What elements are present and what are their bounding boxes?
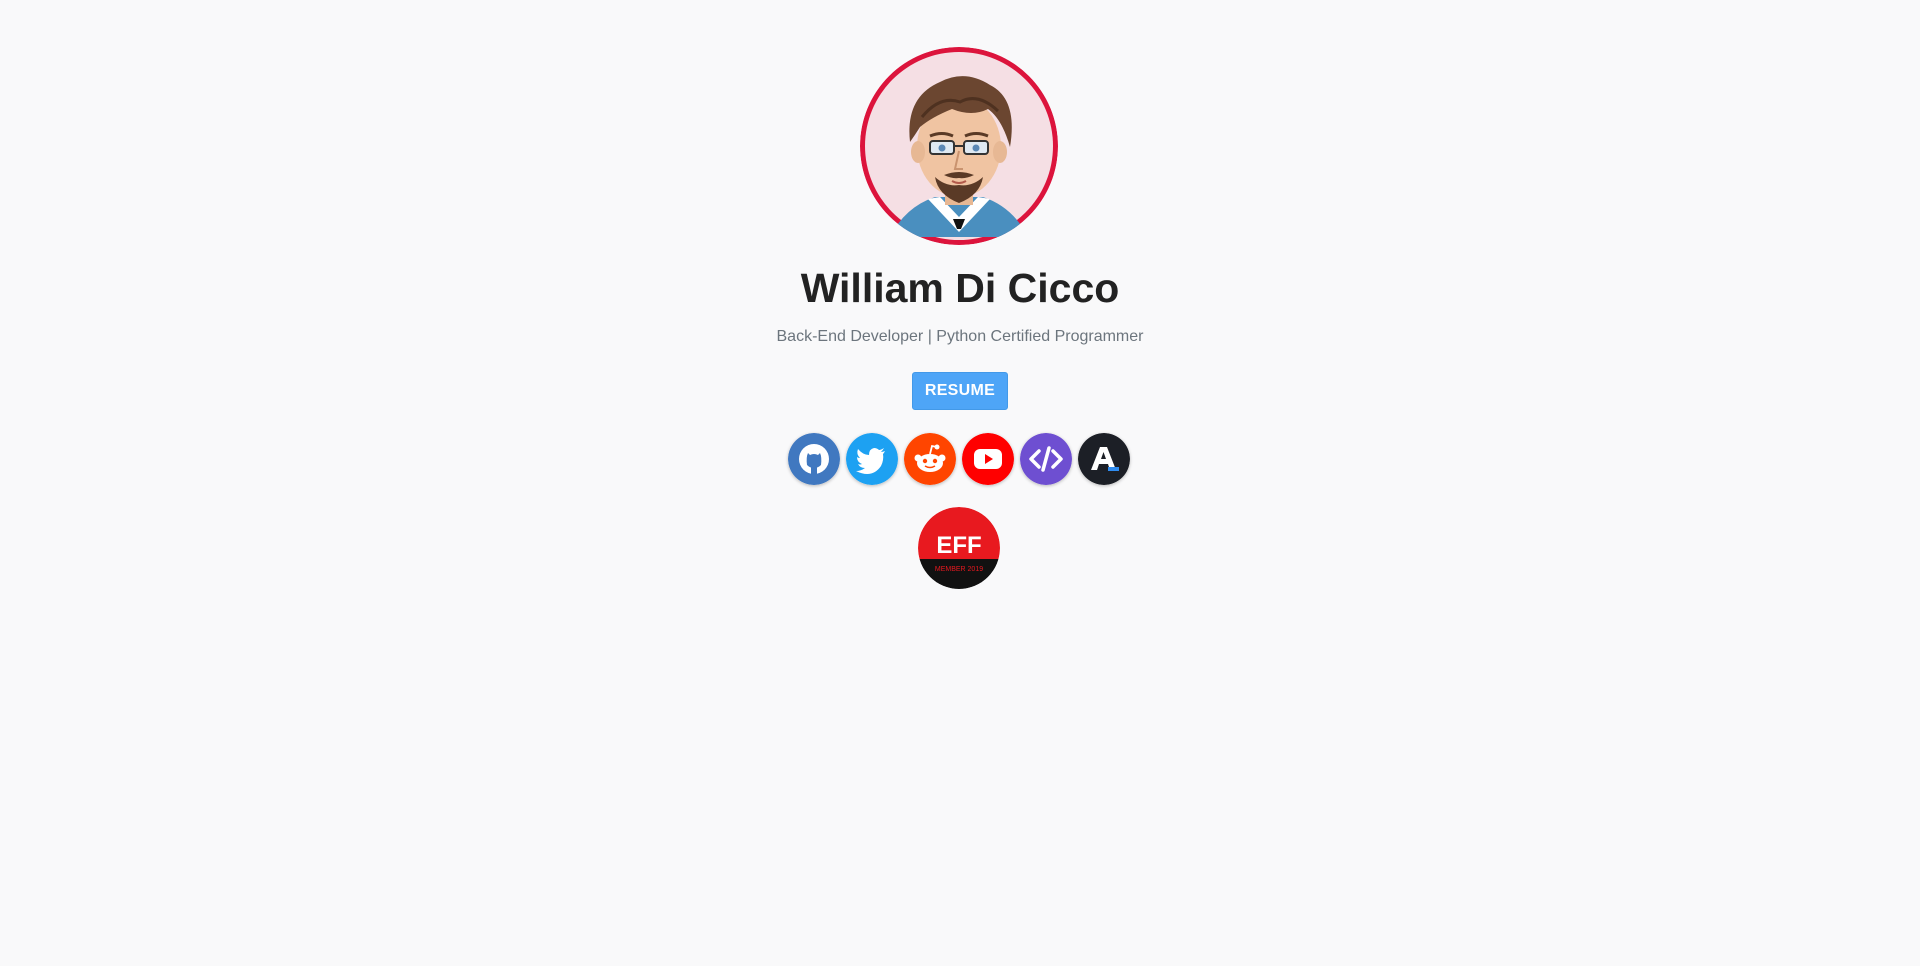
eff-subtitle: MEMBER 2019 [935,566,983,573]
avatar [860,47,1058,245]
reddit-icon [904,433,956,485]
avatar-illustration [860,47,1058,245]
profile-page: William Di Cicco Back-End Developer | Py… [0,0,1920,966]
youtube-link[interactable] [962,433,1014,485]
youtube-icon [962,433,1014,485]
eff-member-badge[interactable]: EFF MEMBER 2019 [918,507,1000,589]
twitter-link[interactable] [846,433,898,485]
a-logo-link[interactable] [1078,433,1130,485]
code-icon [1020,433,1072,485]
eff-title: EFF [936,532,981,559]
a-letter-icon [1078,433,1130,485]
resume-button[interactable]: RESUME [912,372,1008,410]
dev-code-link[interactable] [1020,433,1072,485]
eff-badge-icon: EFF MEMBER 2019 [918,507,1000,589]
github-icon [788,433,840,485]
profile-name: William Di Cicco [800,265,1120,311]
github-link[interactable] [788,433,840,485]
social-links [788,433,1132,485]
twitter-icon [846,433,898,485]
profile-tagline: Back-End Developer | Python Certified Pr… [776,328,1144,345]
reddit-link[interactable] [904,433,956,485]
